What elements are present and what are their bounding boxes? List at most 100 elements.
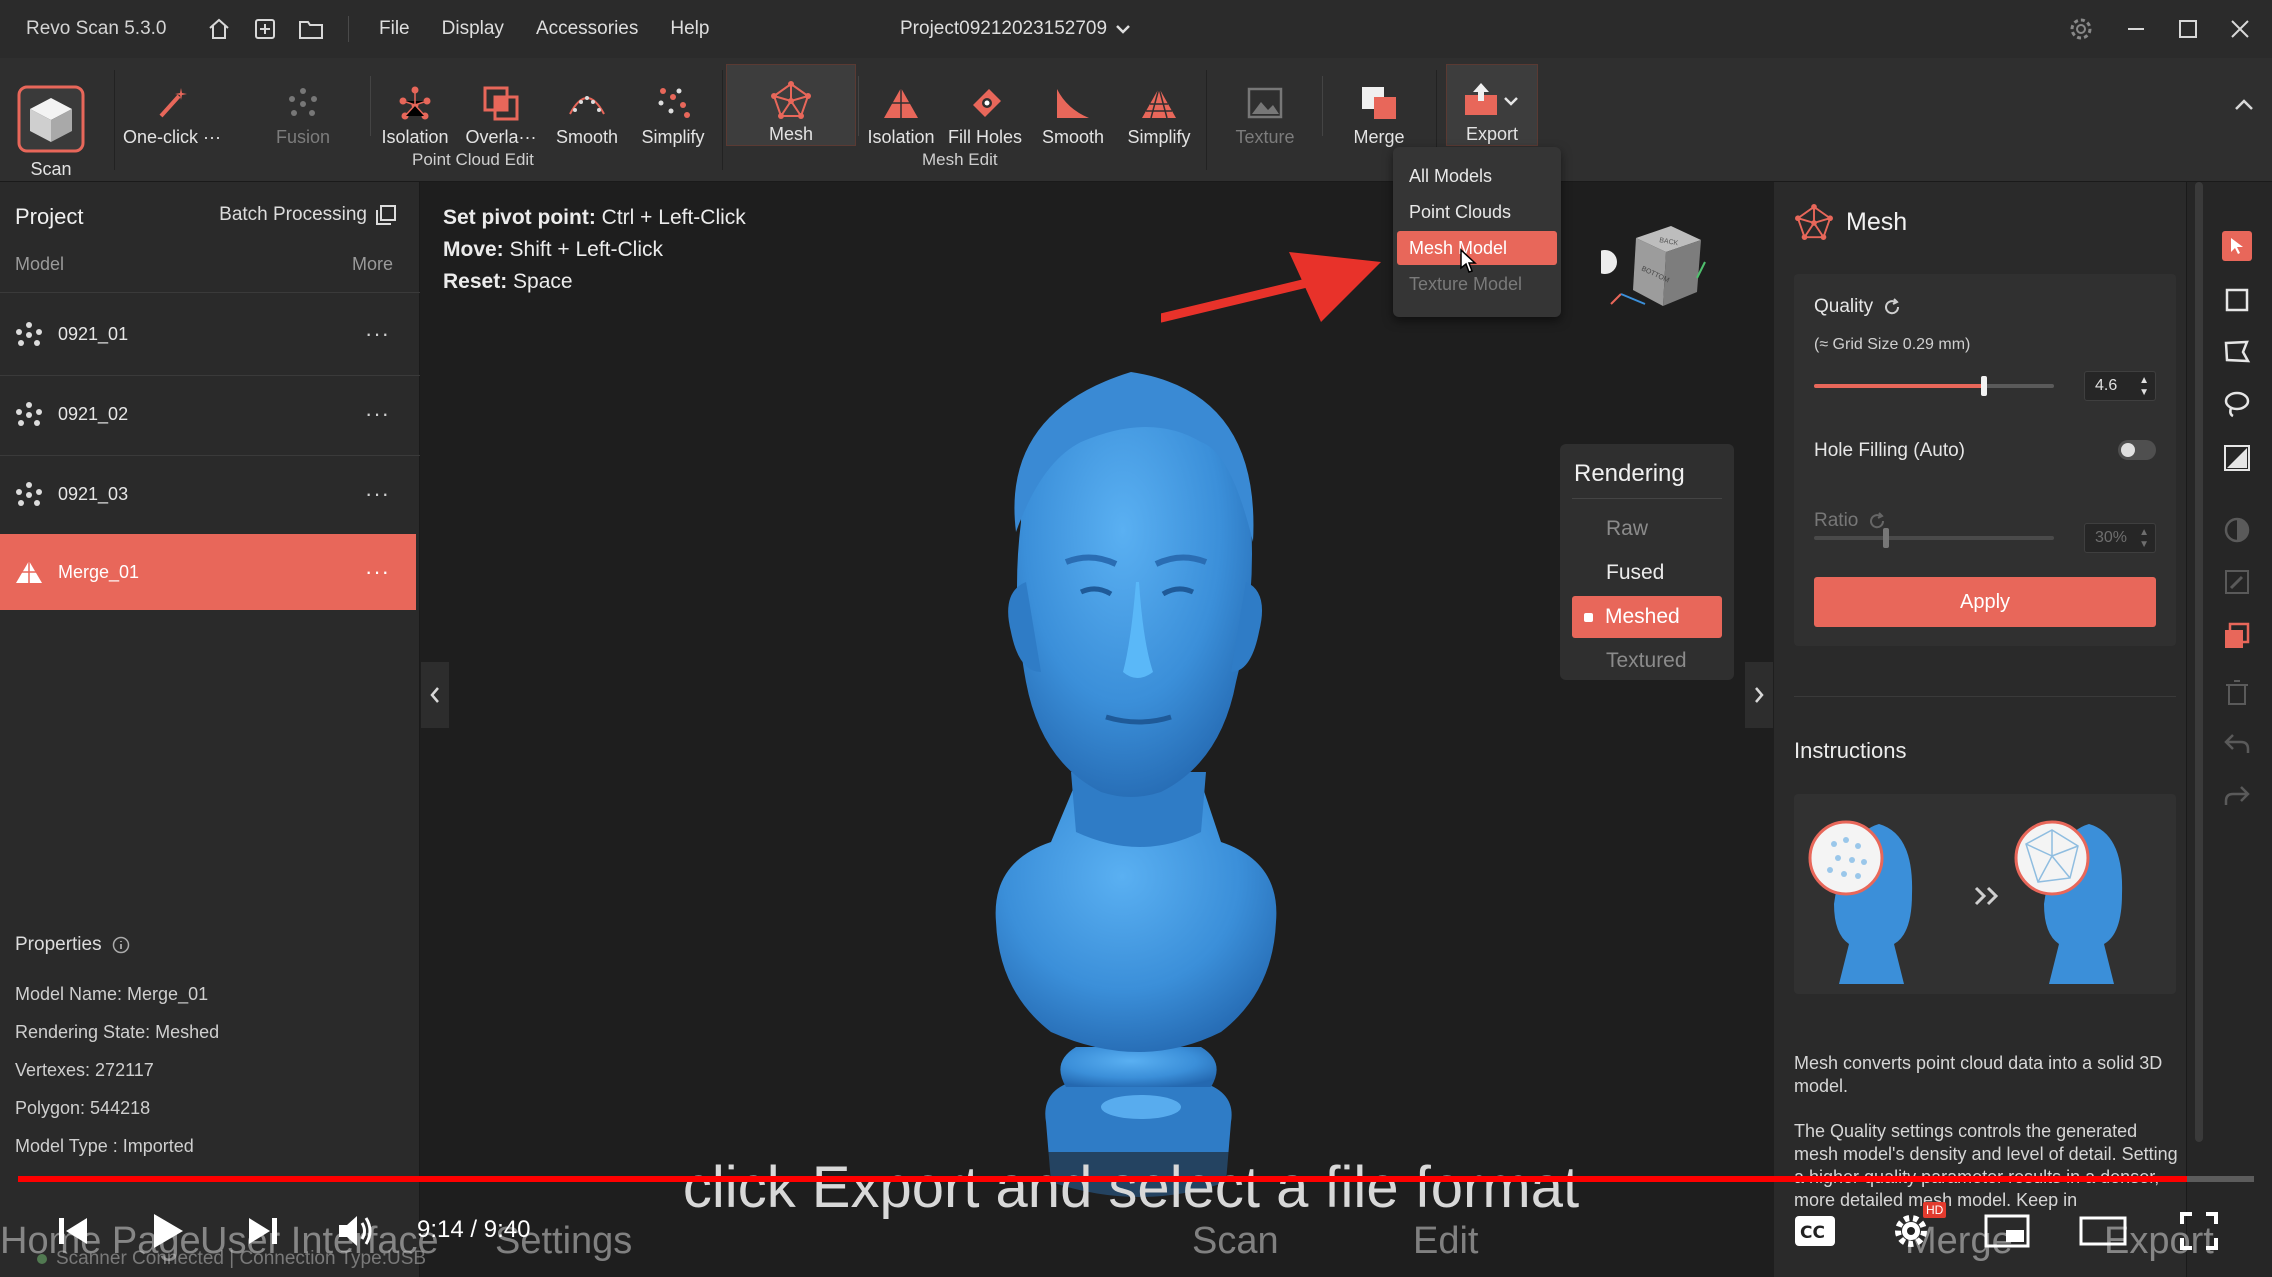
- open-folder-icon[interactable]: [288, 0, 334, 58]
- quality-stepper[interactable]: 4.6 ▲ ▼: [2084, 371, 2156, 401]
- hd-badge: HD: [1923, 1202, 1947, 1218]
- more-options-icon[interactable]: ···: [365, 481, 390, 507]
- point-cloud-to-mesh-illustration: [1808, 820, 2123, 984]
- project-panel: Project Batch Processing Model More 0921…: [0, 182, 420, 1277]
- redo-button[interactable]: [2217, 776, 2257, 816]
- mesh-button[interactable]: Mesh: [726, 64, 856, 146]
- pc-overlap-button[interactable]: Overla···: [458, 64, 544, 148]
- pc-simplify-button[interactable]: Simplify: [630, 64, 716, 148]
- mesh-isolation-icon: [881, 79, 921, 127]
- merge-button[interactable]: Merge: [1336, 64, 1422, 148]
- ratio-stepper[interactable]: 30% ▲ ▼: [2084, 523, 2156, 553]
- settings-gear-icon[interactable]: [2068, 16, 2094, 42]
- pc-isolation-button[interactable]: Isolation: [372, 64, 458, 148]
- collapse-right-panel-handle[interactable]: [1745, 662, 1773, 728]
- scan-button[interactable]: Scan: [8, 64, 94, 180]
- theater-mode-icon: [2079, 1216, 2127, 1246]
- fullscreen-button[interactable]: [2176, 1208, 2222, 1254]
- miniplayer-button[interactable]: [1982, 1208, 2032, 1254]
- model-item-selected[interactable]: Merge_01 ···: [0, 534, 416, 610]
- status-dot-icon: [37, 1254, 47, 1264]
- export-button[interactable]: Export: [1446, 64, 1538, 146]
- menu-accessories[interactable]: Accessories: [520, 18, 654, 40]
- chevron-right-icon: [1755, 687, 1764, 703]
- fill-holes-button[interactable]: Fill Holes: [940, 64, 1030, 148]
- reset-refresh-icon[interactable]: [1883, 298, 1901, 316]
- more-options-icon[interactable]: ···: [365, 401, 390, 427]
- export-label: Export: [1465, 124, 1519, 144]
- project-selector[interactable]: Project09212023152709: [900, 0, 1131, 58]
- export-all-models[interactable]: All Models: [1397, 159, 1557, 193]
- prop-model-type: Model Type : Imported: [15, 1136, 194, 1156]
- brush-select-button[interactable]: [2217, 438, 2257, 478]
- title-bar: Revo Scan 5.3.0 File Display Accessories…: [0, 0, 2272, 58]
- close-icon[interactable]: [2230, 19, 2250, 39]
- delete-button[interactable]: [2217, 672, 2257, 712]
- captions-button[interactable]: CC: [1792, 1208, 1838, 1254]
- theater-mode-button[interactable]: [2078, 1208, 2128, 1254]
- new-project-icon[interactable]: [242, 0, 288, 58]
- duplicate-icon: [2225, 622, 2250, 648]
- play-button[interactable]: [145, 1208, 191, 1254]
- lasso-select-button[interactable]: [2217, 384, 2257, 424]
- model-item[interactable]: 0921_01 ···: [0, 296, 416, 372]
- texture-button[interactable]: Texture: [1222, 64, 1308, 148]
- quality-slider-thumb[interactable]: [1981, 376, 1988, 396]
- previous-video-button[interactable]: [50, 1208, 96, 1254]
- duplicate-button[interactable]: [2217, 616, 2257, 656]
- pc-simplify-icon: [653, 79, 693, 127]
- chapter-scan: Scan: [1192, 1220, 1279, 1262]
- export-mesh-model[interactable]: Mesh Model: [1397, 231, 1557, 265]
- model-item[interactable]: 0921_03 ···: [0, 456, 416, 532]
- export-point-clouds[interactable]: Point Clouds: [1397, 195, 1557, 229]
- more-options-icon[interactable]: ···: [365, 321, 390, 347]
- point-cloud-icon: [0, 481, 58, 507]
- rectangle-select-button[interactable]: [2217, 280, 2257, 320]
- hole-filling-toggle[interactable]: [2118, 440, 2156, 460]
- undo-button[interactable]: [2217, 724, 2257, 764]
- maximize-icon[interactable]: [2178, 19, 2198, 39]
- mesh-settings-panel: Mesh Quality (≈ Grid Size 0.29 mm) 4.6 ▲ ▼…: [1774, 182, 2186, 1277]
- view-cube-icon[interactable]: BACK BOTTOM: [1601, 218, 1711, 318]
- more-options-icon[interactable]: ···: [365, 559, 390, 585]
- mesh-simplify-button[interactable]: Simplify: [1116, 64, 1202, 148]
- menu-file[interactable]: File: [363, 18, 426, 40]
- apply-button[interactable]: Apply: [1814, 577, 2156, 627]
- one-click-button[interactable]: One-click ···: [120, 64, 224, 148]
- minimize-icon[interactable]: [2126, 19, 2146, 39]
- next-video-button[interactable]: [240, 1208, 286, 1254]
- home-icon[interactable]: [196, 0, 242, 58]
- model-item[interactable]: 0921_02 ···: [0, 376, 416, 452]
- menu-help[interactable]: Help: [654, 18, 725, 40]
- video-time: 9:14 / 9:40: [417, 1216, 531, 1243]
- panel-scrollbar[interactable]: [2195, 182, 2203, 1142]
- collapse-left-panel-handle[interactable]: [421, 662, 449, 728]
- fusion-button[interactable]: Fusion: [256, 64, 350, 148]
- video-progress-bar[interactable]: [18, 1176, 2254, 1182]
- rendering-raw[interactable]: Raw: [1572, 508, 1722, 550]
- mesh-smooth-button[interactable]: Smooth: [1030, 64, 1116, 148]
- volume-button[interactable]: [333, 1208, 379, 1254]
- merge-icon: [1360, 79, 1398, 127]
- chevron-up-icon[interactable]: [2234, 98, 2254, 112]
- stepper-arrows-icon[interactable]: ▲ ▼: [2139, 375, 2149, 399]
- rendering-textured[interactable]: Textured: [1572, 640, 1722, 682]
- stepper-arrows-icon[interactable]: ▲ ▼: [2139, 527, 2149, 551]
- select-pointer-button[interactable]: [2217, 226, 2257, 266]
- polygon-select-button[interactable]: [2217, 332, 2257, 372]
- pc-smooth-button[interactable]: Smooth: [544, 64, 630, 148]
- texture-label: Texture: [1235, 127, 1295, 147]
- rendering-meshed[interactable]: Meshed: [1572, 596, 1722, 638]
- info-icon[interactable]: [112, 936, 130, 954]
- ratio-slider-thumb[interactable]: [1883, 528, 1889, 548]
- bust-3d-model[interactable]: [901, 302, 1361, 1262]
- edit-select-button[interactable]: [2217, 562, 2257, 602]
- 3d-viewport[interactable]: Set pivot point: Ctrl + Left-Click Move:…: [421, 147, 1773, 1277]
- more-button[interactable]: More: [352, 254, 393, 275]
- batch-processing-button[interactable]: Batch Processing: [219, 204, 397, 226]
- rendering-fused[interactable]: Fused: [1572, 552, 1722, 594]
- export-texture-model[interactable]: Texture Model: [1397, 267, 1557, 301]
- invert-select-button[interactable]: [2217, 510, 2257, 550]
- menu-display[interactable]: Display: [426, 18, 520, 40]
- mesh-isolation-button[interactable]: Isolation: [858, 64, 944, 148]
